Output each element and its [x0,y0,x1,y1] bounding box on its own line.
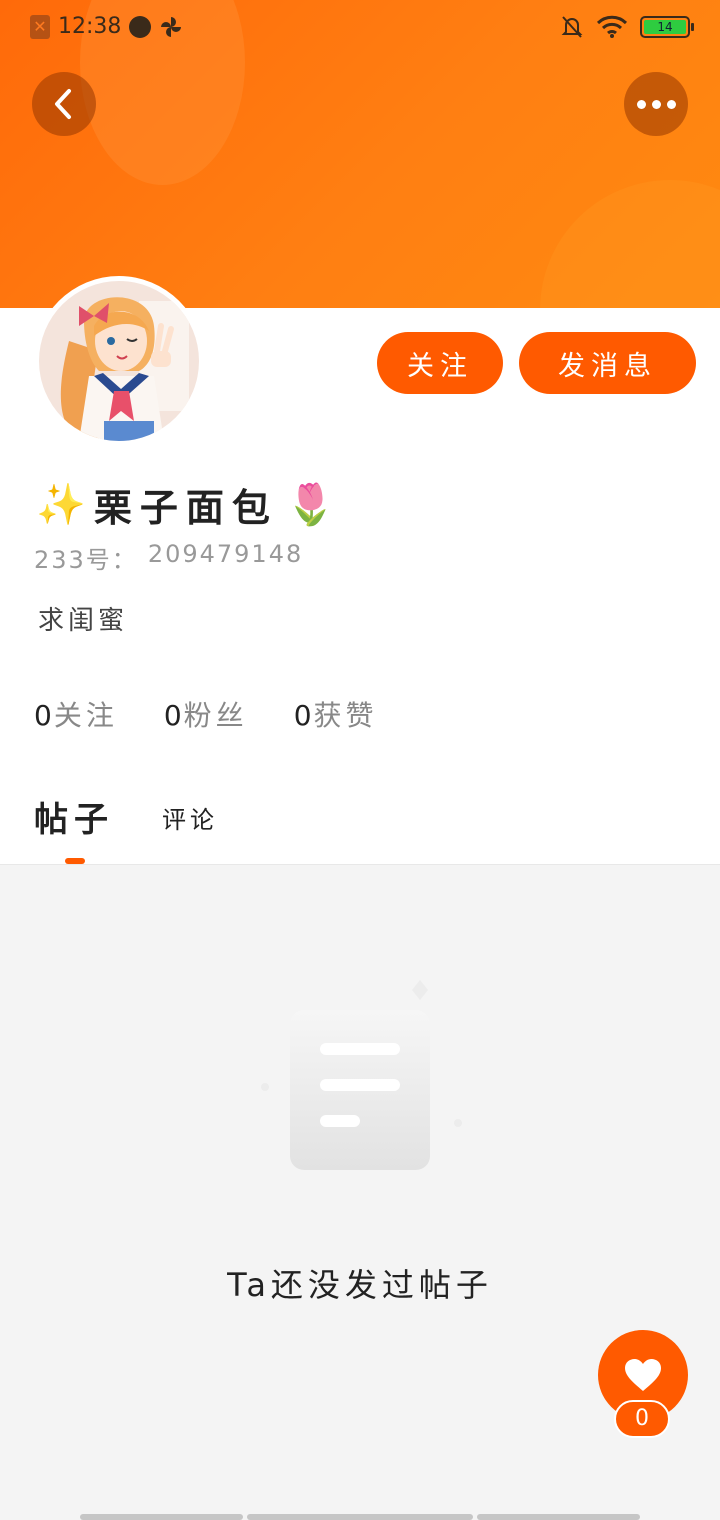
profile-stats: 0 关注 0 粉丝 0 获赞 [34,694,378,734]
stat-fans[interactable]: 0 粉丝 [164,694,248,734]
tabs-divider [0,864,720,865]
stat-count: 0 [163,699,182,732]
pinwheel-icon [161,16,182,37]
nav-gesture-bar[interactable] [477,1514,640,1520]
profile-name: 栗子面包 [93,485,278,530]
profile-bio: 求闺蜜 [38,606,129,636]
send-message-button[interactable]: 发消息 [519,332,696,394]
empty-document-icon [261,980,462,1170]
avatar[interactable] [34,276,204,446]
stat-count: 0 [34,699,52,732]
tulip-emoji: 🌷 [285,481,336,528]
stat-following[interactable]: 0 关注 [34,694,118,734]
account-id-value: 209479148 [147,540,304,568]
heart-icon [625,1359,661,1391]
tab-comments[interactable]: 评论 [162,800,218,835]
app-notification-icon: ✕ [30,14,50,39]
empty-state-message: Ta还没发过帖子 [227,1266,493,1304]
wifi-icon [596,15,628,38]
active-tab-indicator [65,858,85,864]
more-dots-icon [636,99,676,109]
tab-posts[interactable]: 帖子 [34,792,114,841]
more-options-button[interactable] [624,72,688,136]
mute-bell-icon [561,16,583,38]
back-button[interactable] [32,72,96,136]
follow-button[interactable]: 关注 [377,332,503,394]
decorative-bubble [540,180,720,308]
chevron-left-icon [55,89,71,119]
battery-icon: 14 [640,16,694,38]
stat-label: 粉丝 [183,699,248,732]
stat-label: 关注 [53,699,118,732]
anime-girl-avatar [39,281,199,441]
status-bar-left: ✕ 12:38 [30,14,183,39]
stat-likes[interactable]: 0 获赞 [294,694,378,734]
status-time: 12:38 [58,14,122,39]
account-id-row: 233号： 209479148 [34,540,303,575]
status-bar-right: 14 [560,14,694,40]
stat-count: 0 [293,699,312,732]
like-count-badge: 0 [614,1400,670,1438]
battery-level: 14 [644,20,686,34]
status-bar: ✕ 12:38 14 [0,0,720,56]
account-id-label: 233号： [34,546,138,574]
nav-gesture-bar[interactable] [247,1514,473,1520]
sparkles-emoji: ✨ [36,481,86,528]
profile-name-row: ✨ 栗子面包 🌷 [36,474,336,534]
nav-gesture-bar[interactable] [80,1514,243,1520]
stat-label: 获赞 [313,699,378,732]
planet-icon [129,15,152,38]
